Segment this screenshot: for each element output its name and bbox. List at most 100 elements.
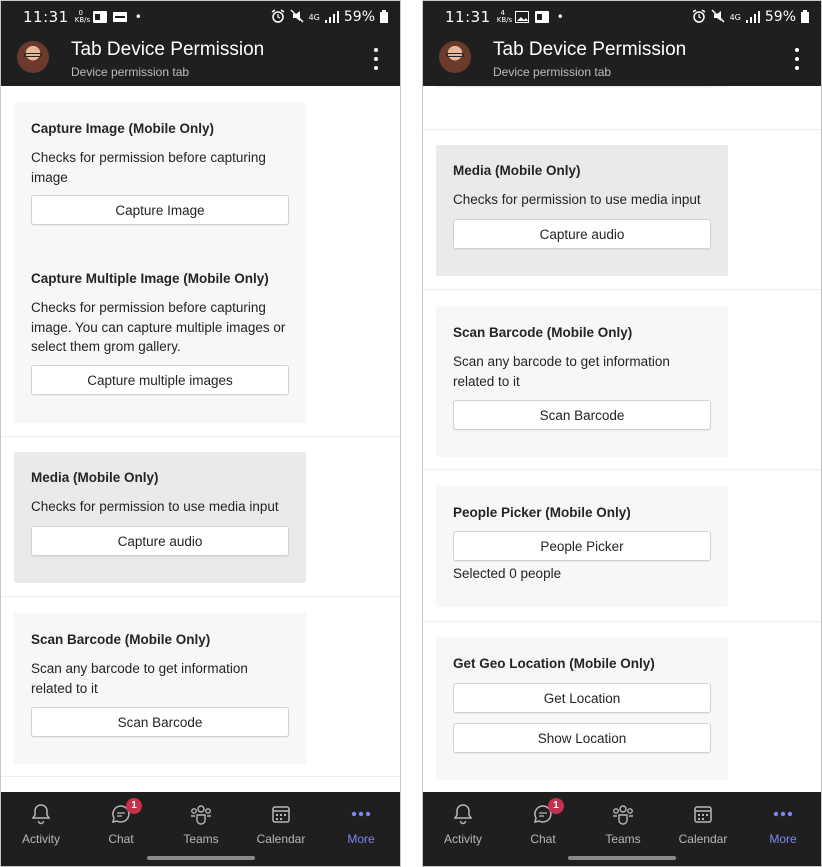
more-notifications-dot: • [556,10,564,24]
capture-image-card: Capture Image (Mobile Only) Checks for p… [14,102,306,262]
app-header: Tab Device Permission Device permission … [423,33,821,86]
card-title: Scan Barcode (Mobile Only) [31,632,211,647]
nav-teams[interactable]: Teams [161,802,241,846]
card-title: Get Geo Location (Mobile Only) [453,656,655,671]
signal-icon [324,8,339,27]
card-title: Media (Mobile Only) [31,470,159,485]
status-bar: 11:31 0 KB/s • 4G 59% [1,1,400,33]
bell-icon [31,804,51,825]
nav-chat[interactable]: 1 Chat [81,798,161,846]
divider [423,289,821,290]
app-title: Tab Device Permission [493,39,687,60]
nav-label: More [769,832,797,846]
calendar-icon [694,806,712,823]
nav-activity[interactable]: Activity [423,802,503,846]
more-options-icon[interactable] [787,48,807,70]
permission-list[interactable]: Media (Mobile Only) Checks for permissio… [423,86,821,792]
status-time: 11:31 [23,8,69,26]
notification-app-icon [112,11,127,23]
bottom-navigation: Activity 1 Chat Teams Calendar More [423,792,821,866]
nav-label: Activity [443,832,482,846]
signal-icon [745,8,760,27]
home-indicator[interactable] [568,856,676,860]
selected-people-count: Selected 0 people [453,566,562,581]
nav-more[interactable]: More [743,802,821,846]
nav-label: Calendar [678,832,728,846]
mute-icon [290,8,304,27]
people-picker-button[interactable]: People Picker [453,531,711,561]
teams-icon [613,805,633,825]
permission-list[interactable]: Capture Image (Mobile Only) Checks for p… [1,86,400,792]
card-title: Scan Barcode (Mobile Only) [453,325,633,340]
media-card: Media (Mobile Only) Checks for permissio… [436,145,728,276]
nav-activity[interactable]: Activity [1,802,81,846]
status-time: 11:31 [445,8,491,26]
media-card: Media (Mobile Only) Checks for permissio… [14,452,306,583]
right-phone-screen: 11:31 4 KB/s • 4G 59% Tab Device Permissi… [422,0,822,867]
avatar[interactable] [17,41,49,73]
nav-label: Chat [108,832,134,846]
nav-calendar[interactable]: Calendar [241,802,321,846]
divider [423,621,821,622]
bell-icon [453,804,473,825]
alarm-icon [271,8,285,27]
network-type-icon: 4G [729,12,741,22]
more-dots-icon [351,811,371,817]
card-description: Checks for permission before capturing i… [31,150,266,185]
gallery-icon [514,11,529,23]
card-title: Media (Mobile Only) [453,163,581,178]
battery-percent: 59% [343,9,375,25]
app-subtitle: Device permission tab [493,65,612,79]
nav-teams[interactable]: Teams [583,802,663,846]
card-title: People Picker (Mobile Only) [453,505,631,520]
mute-icon [711,8,725,27]
capture-audio-button[interactable]: Capture audio [453,219,711,249]
scan-barcode-button[interactable]: Scan Barcode [453,400,711,430]
nav-label: Chat [530,832,556,846]
capture-multiple-images-button[interactable]: Capture multiple images [31,365,289,395]
chat-badge: 1 [126,798,142,814]
card-title: Capture Image (Mobile Only) [31,121,215,136]
nav-label: More [347,832,375,846]
avatar[interactable] [439,41,471,73]
nav-more[interactable]: More [321,802,400,846]
more-notifications-dot: • [134,10,142,24]
divider [1,436,400,437]
card-description: Scan any barcode to get information rela… [453,354,670,389]
nav-chat[interactable]: 1 Chat [503,798,583,846]
card-description: Checks for permission to use media input [453,192,701,207]
card-description: Scan any barcode to get information rela… [31,661,248,696]
capture-image-button[interactable]: Capture Image [31,195,289,225]
battery-percent: 59% [764,9,796,25]
divider [423,469,821,470]
calendar-icon [272,806,290,823]
geo-location-card: Get Geo Location (Mobile Only) Get Locat… [436,637,728,780]
divider [1,596,400,597]
scan-barcode-button[interactable]: Scan Barcode [31,707,289,737]
network-speed: 0 KB/s [74,9,91,24]
divider [1,776,400,777]
show-location-button[interactable]: Show Location [453,723,711,753]
app-header: Tab Device Permission Device permission … [1,33,400,86]
network-speed: 4 KB/s [496,9,513,24]
teams-icon [191,805,211,825]
get-location-button[interactable]: Get Location [453,683,711,713]
capture-multiple-image-card: Capture Multiple Image (Mobile Only) Che… [14,252,306,423]
more-options-icon[interactable] [366,48,386,70]
app-subtitle: Device permission tab [71,65,190,79]
nav-label: Calendar [256,832,306,846]
nav-label: Teams [605,832,641,846]
outlook-icon [92,11,107,23]
nav-calendar[interactable]: Calendar [663,802,743,846]
battery-icon [380,8,388,27]
status-bar: 11:31 4 KB/s • 4G 59% [423,1,821,33]
previous-card-partial [436,86,728,88]
capture-audio-button[interactable]: Capture audio [31,526,289,556]
nav-label: Activity [21,832,60,846]
scan-barcode-card: Scan Barcode (Mobile Only) Scan any barc… [14,613,306,764]
nav-label: Teams [183,832,219,846]
people-picker-card: People Picker (Mobile Only) People Picke… [436,486,728,607]
home-indicator[interactable] [146,856,255,860]
card-description: Checks for permission to use media input [31,499,279,514]
card-title: Capture Multiple Image (Mobile Only) [31,271,269,286]
